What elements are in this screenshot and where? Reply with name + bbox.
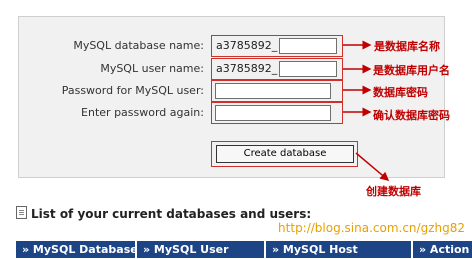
annotation-user-name: 是数据库用户名 bbox=[373, 64, 450, 77]
column-mysql-host[interactable]: » MySQL Host bbox=[266, 241, 411, 258]
arrow-create bbox=[355, 152, 390, 181]
database-list-title: List of your current databases and users… bbox=[16, 206, 311, 221]
annotation-create: 创建数据库 bbox=[366, 185, 421, 198]
column-mysql-user[interactable]: » MySQL User bbox=[137, 241, 264, 258]
column-action[interactable]: » Action bbox=[413, 241, 472, 258]
database-list-title-text: List of your current databases and users… bbox=[31, 207, 312, 221]
document-icon bbox=[16, 206, 27, 219]
annotation-password-again: 确认数据库密码 bbox=[373, 109, 450, 122]
annotation-password: 数据库密码 bbox=[373, 86, 428, 99]
annotation-db-name: 是数据库名称 bbox=[374, 40, 440, 53]
blog-url: http://blog.sina.com.cn/gzhg82 bbox=[278, 221, 465, 235]
column-mysql-database[interactable]: » MySQL Database bbox=[16, 241, 138, 258]
